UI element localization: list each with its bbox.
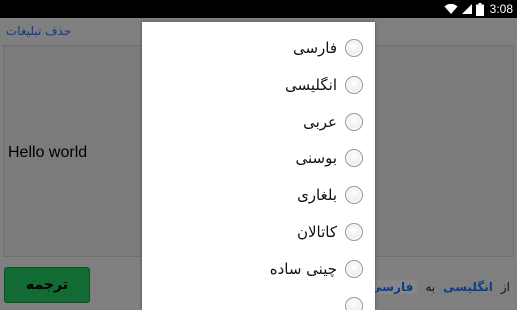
radio-button[interactable] xyxy=(345,39,363,57)
language-option-chinese-simplified[interactable]: چینی ساده xyxy=(142,251,375,287)
wifi-icon xyxy=(444,3,458,15)
translate-button[interactable]: ترجمه xyxy=(4,267,90,303)
radio-button[interactable] xyxy=(345,223,363,241)
remove-ads-link[interactable]: حذف تبلیغات xyxy=(6,24,71,38)
language-option-catalan[interactable]: کاتالان xyxy=(142,214,375,250)
radio-button[interactable] xyxy=(345,297,363,310)
status-bar: 3:08 xyxy=(0,0,517,18)
option-label: انگلیسی xyxy=(284,76,337,94)
option-label: عربی xyxy=(303,113,337,131)
status-time: 3:08 xyxy=(489,2,513,16)
language-option-arabic[interactable]: عربی xyxy=(142,104,375,140)
from-label: از xyxy=(500,280,510,294)
option-label: کاتالان xyxy=(296,223,337,241)
language-option-farsi[interactable]: فارسی xyxy=(142,30,375,66)
radio-button[interactable] xyxy=(345,260,363,278)
radio-button[interactable] xyxy=(345,76,363,94)
signal-icon xyxy=(461,3,473,15)
language-option-partial[interactable] xyxy=(142,288,375,310)
from-language-selector[interactable]: انگلیسی xyxy=(443,280,493,294)
battery-icon xyxy=(475,2,484,16)
option-label: چینی ساده xyxy=(269,260,337,278)
language-option-bosnian[interactable]: بوسنی xyxy=(142,140,375,176)
language-selector-row: از انگلیسی به فارسی xyxy=(366,277,510,297)
language-option-bulgarian[interactable]: بلغاری xyxy=(142,177,375,213)
radio-button[interactable] xyxy=(345,186,363,204)
status-icons: 3:08 xyxy=(444,0,513,18)
option-label: بلغاری xyxy=(297,186,337,204)
language-picker-dialog: فارسی انگلیسی عربی بوسنی بلغاری کاتالان … xyxy=(142,22,375,310)
source-text: Hello world xyxy=(8,144,88,161)
radio-button[interactable] xyxy=(345,113,363,131)
radio-button[interactable] xyxy=(345,149,363,167)
option-label: فارسی xyxy=(292,39,337,57)
option-label: بوسنی xyxy=(295,149,337,167)
to-label: به xyxy=(425,280,436,294)
language-option-english[interactable]: انگلیسی xyxy=(142,67,375,103)
